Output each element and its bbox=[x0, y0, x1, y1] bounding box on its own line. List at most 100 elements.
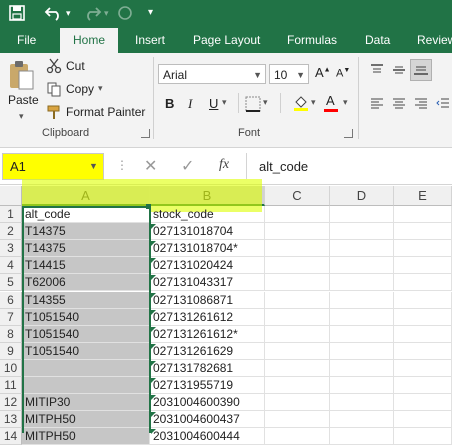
formula-input[interactable]: alt_code bbox=[259, 159, 308, 174]
cell-d[interactable] bbox=[330, 240, 394, 258]
cell-d[interactable] bbox=[330, 206, 394, 224]
select-all-corner[interactable] bbox=[0, 186, 22, 206]
paste-button[interactable]: Paste bbox=[8, 93, 39, 107]
align-middle-icon[interactable] bbox=[392, 63, 406, 80]
copy-button[interactable]: Copy bbox=[66, 82, 94, 96]
align-left-icon[interactable] bbox=[370, 96, 384, 113]
row-header[interactable]: 7 bbox=[0, 308, 22, 326]
cell-a[interactable]: T62006 bbox=[22, 274, 150, 292]
customize-qa-icon[interactable]: ▾ bbox=[148, 7, 170, 27]
cell-b[interactable]: 027131955719 bbox=[150, 377, 265, 395]
row-header[interactable]: 13 bbox=[0, 411, 22, 429]
name-box-dropdown-icon[interactable]: ▼ bbox=[89, 161, 98, 171]
fill-color-icon[interactable] bbox=[292, 94, 310, 115]
font-size-combo[interactable]: 10 ▼ bbox=[269, 64, 309, 84]
font-name-combo[interactable]: Arial ▼ bbox=[158, 64, 266, 84]
font-size-dropdown-icon[interactable]: ▼ bbox=[296, 65, 305, 85]
tab-home[interactable]: Home bbox=[60, 28, 118, 53]
tab-formulas[interactable]: Formulas bbox=[287, 28, 337, 53]
cell-b[interactable]: 2031004600444 bbox=[150, 428, 265, 445]
insert-function-button[interactable]: fx bbox=[219, 157, 229, 173]
cell-a[interactable] bbox=[22, 377, 150, 395]
row-header[interactable]: 12 bbox=[0, 394, 22, 412]
cell-b[interactable]: 027131018704* bbox=[150, 240, 265, 258]
cell-c[interactable] bbox=[265, 223, 330, 241]
cell-a[interactable]: T1051540 bbox=[22, 325, 150, 343]
paste-dropdown-icon[interactable]: ▾ bbox=[19, 111, 24, 122]
underline-dropdown-icon[interactable]: ▾ bbox=[222, 97, 227, 108]
copy-dropdown-icon[interactable]: ▾ bbox=[98, 83, 103, 94]
autosave-circle-icon[interactable] bbox=[116, 4, 138, 24]
cell-c[interactable] bbox=[265, 342, 330, 360]
cell-a[interactable]: alt_code bbox=[22, 206, 150, 224]
row-header[interactable]: 5 bbox=[0, 274, 22, 292]
cell-e[interactable] bbox=[394, 240, 452, 258]
cell-c[interactable] bbox=[265, 274, 330, 292]
cell-a[interactable]: T1051540 bbox=[22, 308, 150, 326]
row-header[interactable]: 8 bbox=[0, 325, 22, 343]
cut-icon[interactable] bbox=[46, 58, 62, 77]
cell-c[interactable] bbox=[265, 359, 330, 377]
cell-b[interactable]: stock_code bbox=[150, 206, 265, 224]
cut-button[interactable]: Cut bbox=[66, 59, 85, 73]
font-color-button[interactable]: A bbox=[326, 93, 335, 108]
cell-c[interactable] bbox=[265, 240, 330, 258]
tab-review[interactable]: Review bbox=[417, 28, 452, 53]
cell-b[interactable]: 027131261612* bbox=[150, 325, 265, 343]
save-icon[interactable] bbox=[8, 4, 30, 24]
cell-c[interactable] bbox=[265, 291, 330, 309]
cell-a[interactable]: MITPH50 bbox=[22, 411, 150, 429]
cell-e[interactable] bbox=[394, 342, 452, 360]
cell-d[interactable] bbox=[330, 394, 394, 412]
row-header[interactable]: 1 bbox=[0, 206, 22, 224]
cell-d[interactable] bbox=[330, 291, 394, 309]
bold-button[interactable]: B bbox=[165, 96, 174, 111]
cell-c[interactable] bbox=[265, 411, 330, 429]
cell-b[interactable]: 027131043317 bbox=[150, 274, 265, 292]
fill-handle[interactable] bbox=[146, 204, 151, 209]
cell-a[interactable]: MITIP30 bbox=[22, 394, 150, 412]
cell-e[interactable] bbox=[394, 291, 452, 309]
row-header[interactable]: 4 bbox=[0, 257, 22, 275]
cell-d[interactable] bbox=[330, 359, 394, 377]
row-header[interactable]: 2 bbox=[0, 223, 22, 241]
cell-b[interactable]: 2031004600437 bbox=[150, 411, 265, 429]
row-header[interactable]: 10 bbox=[0, 359, 22, 377]
cell-d[interactable] bbox=[330, 342, 394, 360]
align-bottom-icon[interactable] bbox=[410, 59, 432, 81]
fill-color-dropdown-icon[interactable]: ▾ bbox=[311, 97, 316, 108]
cell-c[interactable] bbox=[265, 325, 330, 343]
tab-insert[interactable]: Insert bbox=[135, 28, 165, 53]
name-box[interactable]: A1 ▼ bbox=[2, 153, 104, 180]
cell-d[interactable] bbox=[330, 377, 394, 395]
cell-e[interactable] bbox=[394, 394, 452, 412]
enter-icon[interactable]: ✓ bbox=[181, 156, 194, 176]
cell-b[interactable]: 027131018704 bbox=[150, 223, 265, 241]
cell-d[interactable] bbox=[330, 325, 394, 343]
cell-a[interactable] bbox=[22, 359, 150, 377]
font-color-dropdown-icon[interactable]: ▾ bbox=[343, 97, 348, 108]
column-header-e[interactable]: E bbox=[394, 186, 452, 206]
grow-font-icon[interactable]: A▲ bbox=[315, 65, 331, 80]
copy-icon[interactable] bbox=[46, 81, 62, 100]
font-name-dropdown-icon[interactable]: ▼ bbox=[253, 65, 262, 85]
row-header[interactable]: 9 bbox=[0, 342, 22, 360]
cell-c[interactable] bbox=[265, 308, 330, 326]
cell-e[interactable] bbox=[394, 274, 452, 292]
cell-b[interactable]: 027131261629 bbox=[150, 342, 265, 360]
cell-e[interactable] bbox=[394, 325, 452, 343]
cell-c[interactable] bbox=[265, 394, 330, 412]
tab-file[interactable]: File bbox=[17, 28, 36, 53]
cell-b[interactable]: 2031004600390 bbox=[150, 394, 265, 412]
cell-a[interactable]: T14355 bbox=[22, 291, 150, 309]
cell-c[interactable] bbox=[265, 428, 330, 445]
cell-e[interactable] bbox=[394, 223, 452, 241]
cell-a[interactable]: MITPH50 bbox=[22, 428, 150, 445]
column-header-d[interactable]: D bbox=[330, 186, 394, 206]
italic-button[interactable]: I bbox=[188, 96, 192, 112]
borders-icon[interactable] bbox=[245, 96, 261, 115]
cell-a[interactable]: T1051540 bbox=[22, 342, 150, 360]
cell-e[interactable] bbox=[394, 206, 452, 224]
cancel-icon[interactable]: ✕ bbox=[144, 156, 157, 176]
borders-dropdown-icon[interactable]: ▾ bbox=[263, 97, 268, 108]
